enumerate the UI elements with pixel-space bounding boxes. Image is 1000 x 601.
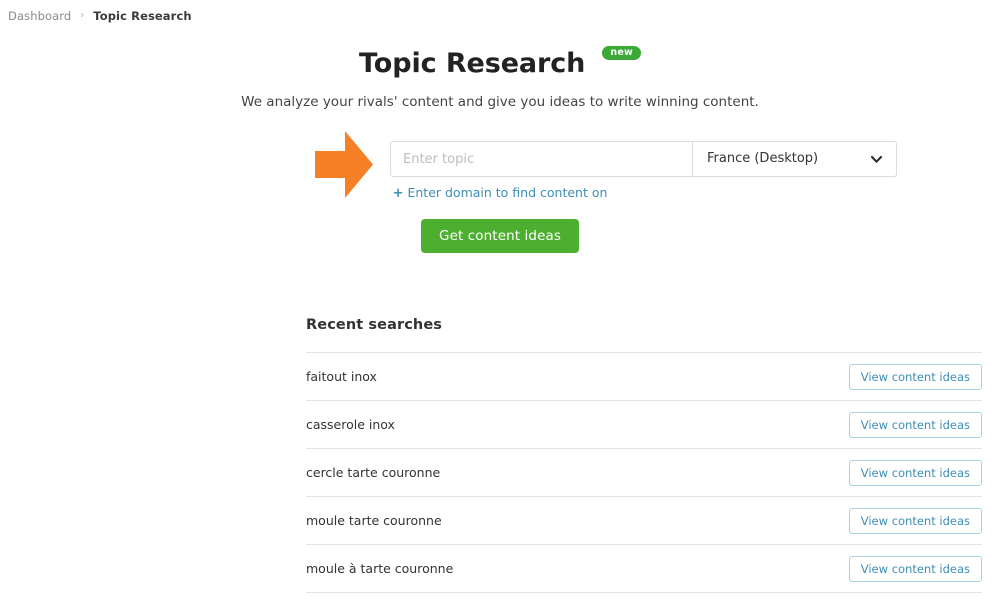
- recent-searches-section: Recent searches faitout inox View content…: [306, 317, 982, 593]
- page-title: Topic Research: [359, 48, 586, 79]
- recent-search-term: faitout inox: [306, 368, 377, 384]
- enter-domain-link-wrap: + Enter domain to find content on: [0, 185, 1000, 201]
- page-subtitle: We analyze your rivals' content and give…: [241, 94, 759, 110]
- breadcrumb-item-dashboard[interactable]: Dashboard: [8, 9, 71, 23]
- recent-search-term: moule tarte couronne: [306, 512, 442, 528]
- recent-search-row: moule tarte couronne View content ideas: [306, 497, 982, 545]
- recent-search-row: cercle tarte couronne View content ideas: [306, 449, 982, 497]
- view-content-ideas-button[interactable]: View content ideas: [848, 507, 982, 534]
- topic-input[interactable]: [390, 141, 692, 177]
- view-content-ideas-button[interactable]: View content ideas: [848, 459, 982, 486]
- recent-search-term: moule à tarte couronne: [306, 560, 454, 576]
- breadcrumb-item-current: Topic Research: [93, 9, 192, 23]
- page-title-row: Topic Research new: [0, 45, 1000, 79]
- plus-icon: +: [392, 186, 404, 201]
- recent-search-row: moule à tarte couronne View content ideas: [306, 545, 982, 593]
- recent-searches-heading: Recent searches: [306, 317, 443, 333]
- enter-domain-link[interactable]: + Enter domain to find content on: [392, 185, 608, 201]
- recent-search-term: cercle tarte couronne: [306, 464, 441, 480]
- database-select[interactable]: France (Desktop): [692, 141, 897, 177]
- recent-search-term: casserole inox: [306, 416, 395, 432]
- view-content-ideas-button[interactable]: View content ideas: [848, 411, 982, 438]
- recent-search-row: faitout inox View content ideas: [306, 353, 982, 401]
- database-select-value: France (Desktop): [707, 151, 819, 166]
- view-content-ideas-button[interactable]: View content ideas: [848, 363, 982, 390]
- status-badge-new: new: [602, 45, 641, 60]
- breadcrumb: Dashboard › Topic Research: [8, 9, 192, 23]
- cta-wrap: Get content ideas: [0, 219, 1000, 253]
- breadcrumb-separator-icon: ›: [80, 10, 85, 21]
- view-content-ideas-button[interactable]: View content ideas: [848, 555, 982, 582]
- chevron-down-icon: [870, 153, 883, 166]
- recent-search-row: casserole inox View content ideas: [306, 401, 982, 449]
- recent-searches-list: faitout inox View content ideas casserole …: [306, 352, 982, 593]
- topic-search-row: France (Desktop): [390, 141, 897, 177]
- get-content-ideas-button[interactable]: Get content ideas: [421, 219, 579, 253]
- enter-domain-link-label: Enter domain to find content on: [407, 185, 608, 200]
